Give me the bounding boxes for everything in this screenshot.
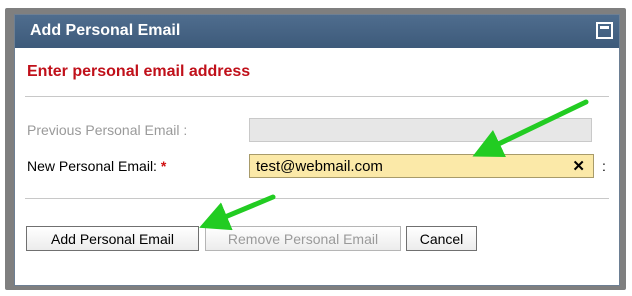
clear-icon[interactable]: ✕ [572, 157, 585, 175]
divider-bottom [25, 198, 609, 199]
previous-email-field [249, 118, 592, 142]
add-personal-email-dialog: Add Personal Email Enter personal email … [14, 14, 620, 286]
dialog-title: Add Personal Email [30, 22, 181, 39]
required-marker: * [160, 158, 167, 174]
new-email-field[interactable]: test@webmail.com ✕ [249, 154, 594, 178]
section-heading: Enter personal email address [27, 63, 251, 80]
dialog-titlebar: Add Personal Email [15, 15, 619, 48]
trailing-colon: : [602, 158, 606, 174]
previous-email-label: Previous Personal Email : [27, 122, 188, 138]
new-email-label: New Personal Email: * [27, 158, 166, 174]
new-email-label-text: New Personal Email: [27, 158, 157, 174]
new-email-value[interactable]: test@webmail.com [256, 158, 383, 175]
add-personal-email-button[interactable]: Add Personal Email [26, 226, 199, 251]
remove-personal-email-button[interactable]: Remove Personal Email [205, 226, 401, 251]
maximize-icon[interactable] [596, 22, 613, 39]
cancel-button[interactable]: Cancel [406, 226, 477, 251]
divider-top [25, 96, 609, 97]
